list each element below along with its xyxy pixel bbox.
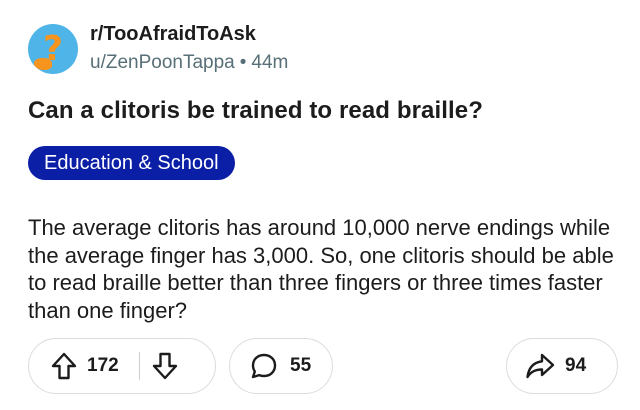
- post-header: ? r/TooAfraidToAsk u/ZenPoonTappa • 44m: [28, 22, 288, 76]
- author-name[interactable]: u/ZenPoonTappa: [90, 52, 235, 73]
- downvote-arrow-icon: [152, 352, 177, 380]
- post-age: 44m: [251, 52, 289, 73]
- share-button[interactable]: 94: [506, 338, 618, 394]
- post-body: The average clitoris has around 10,000 n…: [28, 215, 614, 323]
- byline-separator: •: [239, 52, 247, 73]
- upvote-count: 172: [87, 355, 119, 376]
- upvote-arrow-icon: [51, 352, 77, 380]
- subreddit-name[interactable]: r/TooAfraidToAsk: [90, 22, 288, 46]
- avatar-blob: [34, 58, 52, 70]
- byline: u/ZenPoonTappa • 44m: [90, 50, 288, 76]
- comment-bubble-icon: [251, 353, 277, 379]
- post-flair[interactable]: Education & School: [28, 146, 235, 180]
- upvote-button[interactable]: [51, 352, 77, 380]
- comment-icon-wrap: [250, 352, 278, 380]
- share-arrow-icon: [526, 353, 555, 379]
- share-count: 94: [565, 355, 587, 376]
- action-bar: 172 55 94: [28, 338, 618, 396]
- comment-button[interactable]: 55: [229, 338, 333, 394]
- subreddit-avatar[interactable]: ?: [28, 24, 78, 74]
- vote-pill: 172: [28, 338, 216, 394]
- post-meta: r/TooAfraidToAsk u/ZenPoonTappa • 44m: [90, 22, 288, 76]
- comment-count: 55: [290, 355, 312, 376]
- post-title[interactable]: Can a clitoris be trained to read braill…: [28, 97, 483, 125]
- vote-divider: [138, 352, 140, 380]
- downvote-button[interactable]: [152, 352, 178, 380]
- share-icon-wrap: [525, 352, 555, 380]
